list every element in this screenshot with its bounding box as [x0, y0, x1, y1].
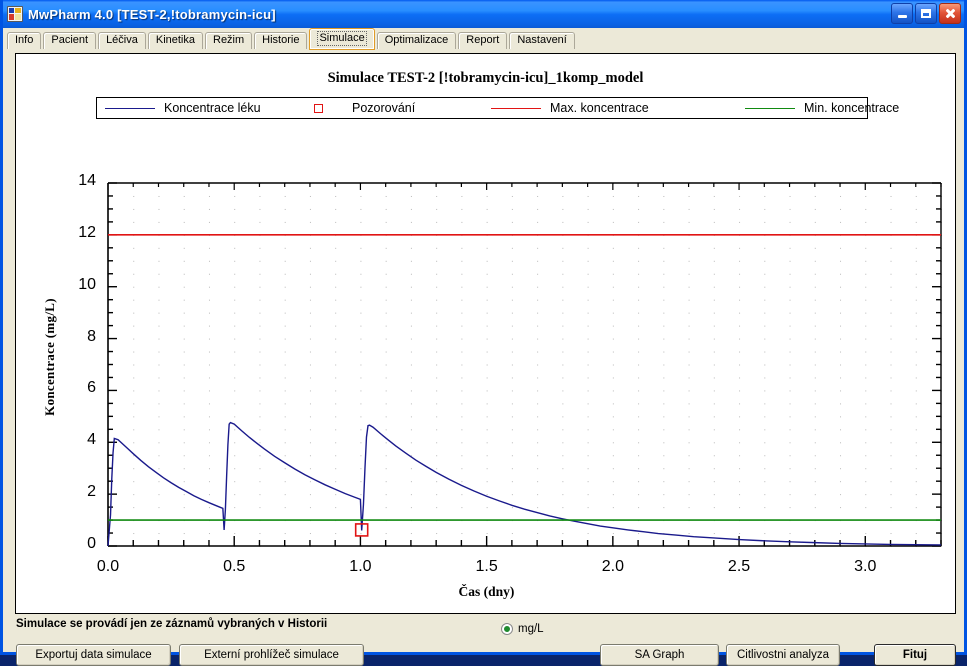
grid-dots [108, 183, 942, 547]
x-tick-label: 1.5 [475, 558, 498, 575]
tab-label: Simulace [317, 31, 367, 46]
tab-pacient[interactable]: Pacient [43, 32, 97, 49]
application-window: MwPharm 4.0 [TEST-2,!tobramycin-icu] Inf… [0, 0, 967, 666]
y-tick-label: 4 [87, 431, 96, 449]
tab-re-im[interactable]: Režim [205, 32, 253, 49]
close-button[interactable] [939, 3, 961, 24]
plot-svg [107, 182, 942, 547]
y-tick-label: 10 [78, 275, 96, 293]
app-icon [7, 6, 23, 22]
y-tick-label: 12 [78, 223, 96, 241]
tab-label: Historie [262, 34, 300, 46]
tab-label: Optimalizace [384, 34, 449, 46]
tab-report[interactable]: Report [458, 32, 508, 49]
tab-kinetika[interactable]: Kinetika [147, 32, 203, 49]
simulation-chart-panel: Simulace TEST-2 [!tobramycin-icu]_1komp_… [15, 53, 956, 614]
y-axis-label: Koncentrace (mg/L) [42, 298, 57, 416]
simulation-note: Simulace se provádí jen ze záznamů vybra… [16, 618, 328, 630]
tab-optimalizace[interactable]: Optimalizace [376, 32, 457, 49]
tab-label: Pacient [51, 34, 89, 46]
maximize-button[interactable] [915, 3, 937, 24]
external-simulation-viewer-button[interactable]: Externí prohlížeč simulace [179, 644, 364, 666]
window-title: MwPharm 4.0 [TEST-2,!tobramycin-icu] [28, 6, 276, 22]
unit-radio-label: mg/L [518, 623, 544, 635]
y-tick-label: 8 [87, 327, 96, 345]
sa-graph-button[interactable]: SA Graph [600, 644, 719, 666]
caption-buttons [891, 3, 961, 24]
tab-nastaven-[interactable]: Nastavení [509, 32, 575, 49]
x-tick-label: 3.0 [854, 558, 877, 575]
series-concentration-curve [107, 421, 942, 547]
fit-button[interactable]: Fituj [874, 644, 956, 666]
x-tick-label: 2.0 [601, 558, 624, 575]
export-simulation-data-button[interactable]: Exportuj data simulace [16, 644, 171, 666]
axis-ticks [107, 182, 942, 547]
y-tick-label: 14 [78, 172, 96, 189]
minimize-button[interactable] [891, 3, 913, 24]
content-area: Simulace TEST-2 [!tobramycin-icu]_1komp_… [3, 49, 964, 666]
close-icon [945, 8, 956, 19]
tab-bar: Info Pacient Léčiva Kinetika Režim Historie Si… [3, 28, 964, 50]
tab-label: Nastavení [517, 34, 567, 46]
y-tick-label: 2 [87, 483, 96, 501]
minimize-icon [897, 15, 907, 18]
tab-label: Léčiva [106, 34, 138, 46]
x-tick-label: 0.5 [223, 558, 246, 575]
x-tick-label: 2.5 [727, 558, 751, 575]
plot-area: Koncentrace (mg/L) Čas (dny) 0 2 4 6 8 10 12 14… [16, 54, 957, 615]
y-tick-label: 0 [87, 535, 96, 552]
maximize-icon [921, 9, 931, 18]
tab-l-iva[interactable]: Léčiva [98, 32, 146, 49]
tab-simulace[interactable]: Simulace [309, 28, 375, 50]
tab-label: Režim [213, 34, 245, 46]
tab-info[interactable]: Info [7, 32, 42, 49]
radio-button-icon [501, 623, 513, 635]
tab-label: Kinetika [155, 34, 195, 46]
x-axis-label: Čas (dny) [458, 584, 515, 599]
sensitivity-analysis-button[interactable]: Citlivostni analyza [726, 644, 840, 666]
title-bar: MwPharm 4.0 [TEST-2,!tobramycin-icu] [3, 0, 964, 28]
unit-radio-mgl[interactable]: mg/L [501, 623, 544, 635]
y-tick-label: 6 [87, 379, 96, 397]
tab-label: Report [466, 34, 500, 46]
tab-label: Info [15, 34, 34, 46]
tab-historie[interactable]: Historie [254, 32, 308, 49]
x-tick-label: 0.0 [96, 558, 120, 575]
x-tick-label: 1.0 [349, 558, 372, 575]
